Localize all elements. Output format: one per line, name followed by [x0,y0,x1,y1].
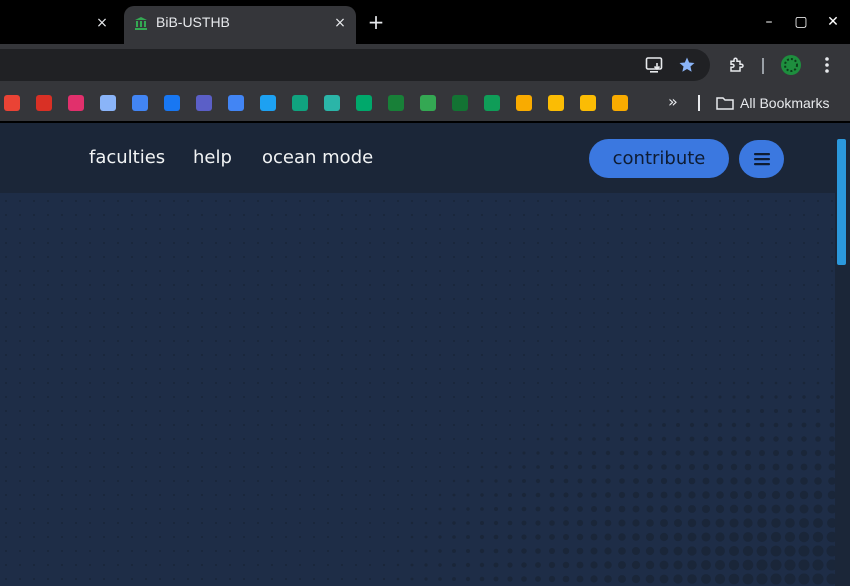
all-bookmarks-label: All Bookmarks [740,95,830,111]
extensions-icon[interactable] [726,54,748,76]
hamburger-icon [753,153,770,166]
bookmark-star-icon[interactable] [676,54,698,76]
museum-favicon-icon [134,15,148,30]
bookmarks-bar: » All Bookmarks [0,86,850,122]
facebook-icon[interactable] [164,95,180,111]
gmail-icon[interactable] [36,95,52,111]
new-tab-button[interactable]: + [366,12,386,32]
instagram-icon[interactable] [68,95,84,111]
sqrt-icon[interactable] [484,95,500,111]
sheets-plus-icon[interactable] [388,95,404,111]
analytics-icon[interactable] [612,95,628,111]
tab-title: BiB-USTHB [156,14,230,30]
fi-logo-icon[interactable] [356,95,372,111]
s-logo-icon[interactable] [260,95,276,111]
dot-pattern-background [5,200,835,585]
hero-section [0,193,835,586]
address-bar[interactable] [0,49,710,81]
classroom-icon[interactable] [516,95,532,111]
browser-toolbar [0,44,850,86]
kebab-menu-icon[interactable] [816,54,838,76]
all-bookmarks-button[interactable]: All Bookmarks [716,93,829,113]
install-app-icon[interactable] [644,54,666,76]
translate-icon[interactable] [228,95,244,111]
page-scrollbar[interactable] [835,123,850,586]
tab-strip: × BiB-USTHB × + – ▢ ✕ [0,0,850,44]
nav-link-help[interactable]: help [193,147,232,168]
museum-icon[interactable] [420,95,436,111]
web-page: faculties help ocean mode contribute [0,123,835,586]
tab-close-icon[interactable]: × [94,15,110,31]
gemini-icon[interactable] [100,95,116,111]
hamburger-menu-button[interactable] [739,140,784,178]
folder-icon [716,97,734,110]
tab-close-icon[interactable]: × [332,15,348,31]
profile-avatar[interactable] [780,54,802,76]
minimize-button[interactable]: – [759,12,779,32]
nav-link-ocean-mode[interactable]: ocean mode [262,147,373,168]
site-navbar: faculties help ocean mode contribute [0,123,835,193]
tab-active[interactable]: BiB-USTHB × [124,6,356,44]
chatgpt-icon[interactable] [292,95,308,111]
contribute-button[interactable]: contribute [589,139,729,178]
pinwheel-icon[interactable] [4,95,20,111]
nav-link-faculties[interactable]: faculties [89,147,165,168]
scrollbar-thumb[interactable] [837,139,846,265]
refresh-arrow-icon[interactable] [132,95,148,111]
p-logo-icon[interactable] [324,95,340,111]
keep-icon[interactable] [580,95,596,111]
teams-icon[interactable] [196,95,212,111]
toolbar-divider [762,58,764,74]
wave-icon[interactable] [452,95,468,111]
more-bookmarks-button[interactable]: » [668,92,678,111]
close-window-button[interactable]: ✕ [823,12,843,32]
pencil-icon[interactable] [548,95,564,111]
bookmarks-divider [698,95,700,111]
maximize-button[interactable]: ▢ [791,12,811,32]
tab-previous[interactable]: × [0,6,120,40]
